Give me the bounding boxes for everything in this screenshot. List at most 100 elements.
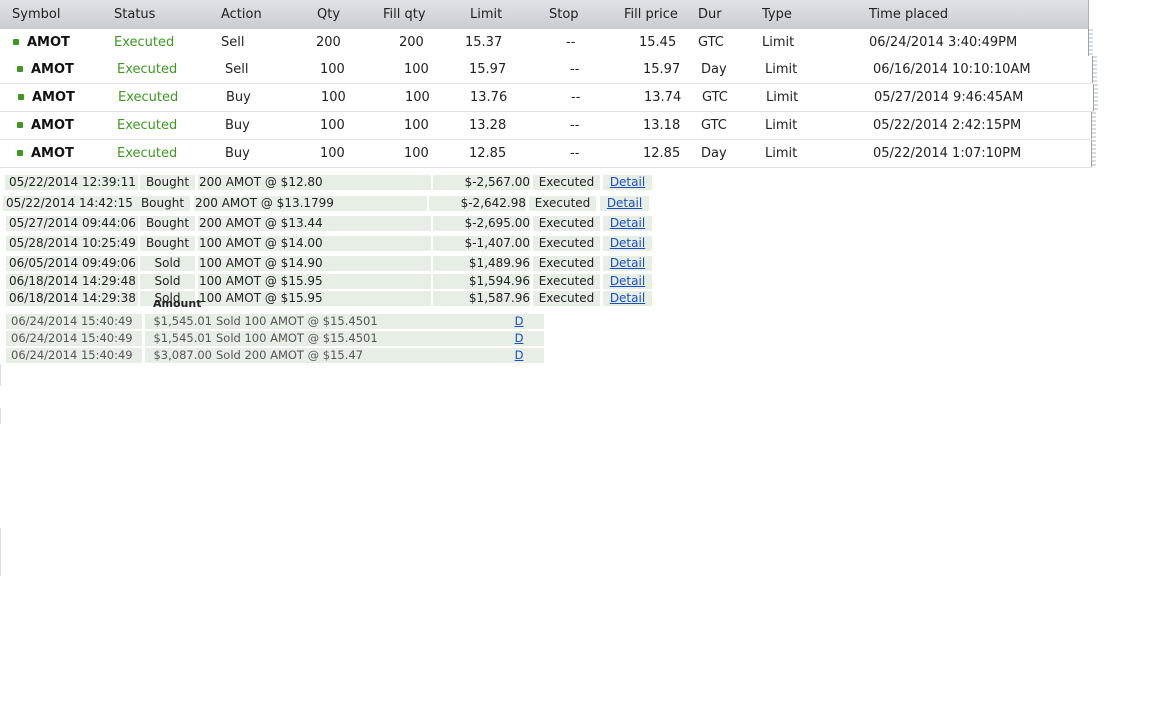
scroll-edge (1091, 112, 1096, 139)
txn-datetime: 06/05/2014 09:49:06 (6, 256, 138, 271)
order-row[interactable]: AMOT Executed Buy 100 100 13.28 -- 13.18… (0, 112, 1096, 140)
txn-status: Executed (533, 236, 600, 251)
order-type: Limit (766, 90, 799, 105)
order-action: Buy (225, 146, 250, 161)
txn-type: Sold (140, 274, 195, 289)
order-row[interactable]: AMOT Executed Sell 200 200 15.37 -- 15.4… (0, 29, 1093, 57)
txn-status: Executed (533, 175, 600, 190)
order-fill-price: 13.74 (644, 90, 682, 105)
order-fill-qty: 200 (399, 35, 424, 50)
order-action: Buy (225, 118, 250, 133)
activity-description: Sold 100 AMOT @ $15.4501 (212, 314, 496, 329)
status-dot-icon (17, 66, 23, 72)
detail-link[interactable]: Detail (610, 291, 645, 305)
txn-description: 200 AMOT @ $13.44 (198, 216, 431, 231)
left-border (0, 408, 1, 424)
order-fill-qty: 100 (405, 90, 430, 105)
txn-amount: $1,489.96 (433, 256, 530, 271)
order-symbol: AMOT (27, 35, 70, 50)
scroll-edge (1088, 29, 1093, 56)
transaction-row: 06/18/2014 14:29:48 Sold 100 AMOT @ $15.… (6, 274, 653, 289)
activity-amount: $1,545.01 (145, 314, 212, 329)
txn-status: Executed (533, 216, 600, 231)
order-status: Executed (117, 62, 178, 77)
order-limit: 15.97 (469, 62, 507, 77)
txn-datetime: 05/22/2014 12:39:11 (5, 175, 138, 190)
detail-link[interactable]: Detail (610, 216, 645, 230)
order-status: Executed (117, 118, 178, 133)
txn-detail-cell: Detail (603, 236, 652, 251)
transaction-row: 05/28/2014 10:25:49 Bought 100 AMOT @ $1… (6, 236, 653, 251)
detail-link[interactable]: Detail (607, 196, 642, 210)
order-stop: -- (571, 90, 581, 105)
order-fill-qty: 100 (404, 146, 429, 161)
txn-datetime: 05/22/2014 14:42:15 (3, 196, 135, 211)
activity-description: Sold 100 AMOT @ $15.4501 (212, 331, 496, 346)
txn-detail-cell: Detail (603, 291, 652, 306)
order-symbol: AMOT (31, 146, 74, 161)
activity-datetime: 06/24/2014 15:40:49 (6, 314, 142, 329)
order-dur: Day (701, 146, 727, 161)
order-symbol: AMOT (31, 118, 74, 133)
col-qty[interactable]: Qty (317, 7, 340, 22)
status-dot-icon (18, 94, 24, 100)
status-dot-icon (13, 39, 19, 45)
order-row[interactable]: AMOT Executed Sell 100 100 15.97 -- 15.9… (0, 56, 1097, 84)
transaction-row: 06/05/2014 09:49:06 Sold 100 AMOT @ $14.… (6, 256, 653, 271)
txn-datetime: 06/18/2014 14:29:38 (6, 291, 138, 306)
col-stop[interactable]: Stop (549, 7, 579, 22)
col-status[interactable]: Status (114, 7, 155, 22)
activity-datetime: 06/24/2014 15:40:49 (6, 331, 142, 346)
col-time-placed[interactable]: Time placed (869, 7, 948, 22)
activity-row: 06/24/2014 15:40:49 $1,545.01 Sold 100 A… (6, 331, 544, 346)
order-row[interactable]: AMOT Executed Buy 100 100 13.76 -- 13.74… (0, 84, 1098, 112)
txn-amount: $1,587.96 (433, 291, 530, 306)
order-time: 05/27/2014 9:46:45AM (874, 90, 1024, 105)
transaction-row: 05/22/2014 12:39:11 Bought 200 AMOT @ $1… (5, 175, 652, 190)
txn-description: 100 AMOT @ $15.95 (198, 291, 431, 306)
txn-detail-cell: Detail (603, 256, 652, 271)
detail-link[interactable]: D (515, 331, 524, 345)
col-fill-qty[interactable]: Fill qty (383, 7, 426, 22)
txn-datetime: 05/27/2014 09:44:06 (6, 216, 138, 231)
activity-amount: $1,545.01 (145, 331, 212, 346)
txn-datetime: 05/28/2014 10:25:49 (6, 236, 138, 251)
order-qty: 100 (321, 90, 346, 105)
col-fill-price[interactable]: Fill price (624, 7, 678, 22)
activity-link-cell: D (494, 348, 544, 363)
activity-link-cell: D (494, 331, 544, 346)
scroll-edge (1092, 56, 1097, 83)
col-dur[interactable]: Dur (698, 7, 722, 22)
col-symbol[interactable]: Symbol (12, 7, 60, 22)
scroll-edge (1091, 140, 1096, 167)
detail-link[interactable]: D (515, 348, 524, 362)
order-limit: 13.28 (469, 118, 507, 133)
txn-description: 200 AMOT @ $12.80 (198, 175, 431, 190)
detail-link[interactable]: Detail (610, 236, 645, 250)
col-limit[interactable]: Limit (470, 7, 502, 22)
activity-datetime: 06/24/2014 15:40:49 (6, 348, 142, 363)
order-row[interactable]: AMOT Executed Buy 100 100 12.85 -- 12.85… (0, 140, 1096, 168)
order-time: 05/22/2014 1:07:10PM (873, 146, 1022, 161)
activity-description: Sold 200 AMOT @ $15.47 (212, 348, 496, 363)
col-type[interactable]: Type (762, 7, 792, 22)
transaction-row: 06/18/2014 14:29:38 Sold 100 AMOT @ $15.… (6, 291, 653, 306)
col-action[interactable]: Action (221, 7, 262, 22)
detail-link[interactable]: Detail (610, 175, 645, 189)
activity-row: 06/24/2014 15:40:49 $3,087.00 Sold 200 A… (6, 348, 544, 363)
order-qty: 200 (316, 35, 341, 50)
order-symbol: AMOT (31, 62, 74, 77)
order-qty: 100 (320, 62, 345, 77)
txn-amount: $-2,695.00 (433, 216, 530, 231)
detail-link[interactable]: D (515, 314, 524, 328)
txn-type: Bought (140, 216, 195, 231)
orders-header: Symbol Status Action Qty Fill qty Limit … (0, 0, 1088, 30)
order-stop: -- (570, 118, 580, 133)
order-action: Buy (226, 90, 251, 105)
detail-link[interactable]: Detail (610, 256, 645, 270)
detail-link[interactable]: Detail (610, 274, 645, 288)
order-status: Executed (118, 90, 179, 105)
order-status: Executed (117, 146, 178, 161)
order-time: 06/16/2014 10:10:10AM (873, 62, 1031, 77)
order-fill-price: 12.85 (643, 146, 681, 161)
